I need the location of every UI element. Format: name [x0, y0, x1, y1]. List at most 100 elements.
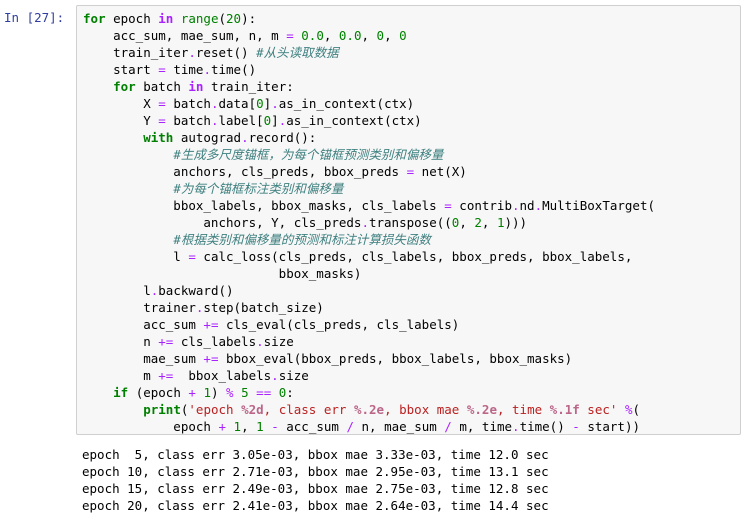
code-token: step(batch_size)	[203, 300, 324, 315]
code-token: /	[444, 419, 452, 434]
code-token: 5	[241, 385, 249, 400]
code-token: .	[241, 130, 249, 145]
code-line: l.backward()	[83, 282, 655, 299]
code-token: cls_labels	[173, 334, 257, 349]
code-token: batch	[135, 79, 189, 94]
code-token: =	[158, 62, 166, 77]
code-token: in	[158, 11, 174, 26]
code-token: +=	[158, 334, 174, 349]
code-token: m, time	[451, 419, 513, 434]
code-line: acc_sum, mae_sum, n, m = 0.0, 0.0, 0, 0	[83, 27, 655, 44]
code-line: l = calc_loss(cls_preds, cls_labels, bbo…	[83, 248, 655, 265]
code-token: 1	[203, 385, 211, 400]
code-token: 2	[474, 215, 482, 230]
code-line: acc_sum += cls_eval(cls_preds, cls_label…	[83, 316, 655, 333]
code-line: #为每个锚框标注类别和偏移量	[83, 180, 655, 197]
code-token: ,	[241, 419, 257, 434]
code-token: for	[113, 79, 136, 94]
code-token: +=	[203, 351, 219, 366]
code-token: %.2e	[353, 402, 385, 417]
code-token: reset()	[195, 45, 257, 60]
code-line: trainer.step(batch_size)	[83, 299, 655, 316]
code-token: autograd	[173, 130, 242, 145]
code-token: 0	[376, 28, 385, 43]
code-line: anchors, Y, cls_preds.transpose((0, 2, 1…	[83, 214, 655, 231]
code-token: net(X)	[414, 164, 467, 179]
code-token: ,	[361, 28, 377, 43]
code-token: (epoch	[128, 385, 189, 400]
code-token: ,	[323, 28, 339, 43]
code-token: anchors, Y, cls_preds	[83, 215, 362, 230]
code-token: start))	[579, 419, 641, 434]
code-token: ,	[384, 28, 400, 43]
code-token: size	[278, 368, 309, 383]
code-line: train_iter.reset() #从头读取数据	[83, 44, 655, 61]
code-line: print ('epoch %2d, class err %.2e, bbox m…	[83, 401, 655, 418]
code-token: for	[83, 11, 106, 26]
code-token: time	[165, 62, 204, 77]
code-token: /	[346, 419, 354, 434]
code-line: mae_sum += bbox_eval(bbox_preds, bbox_la…	[83, 350, 655, 367]
code-token: calc_loss(cls_preds, cls_labels, bbox_pr…	[195, 249, 633, 264]
code-token: nd	[519, 198, 535, 213]
code-editor[interactable]: for epoch in range(20): acc_sum, mae_sum…	[83, 10, 655, 434]
code-token: ,	[459, 215, 475, 230]
code-token: -	[271, 419, 279, 434]
code-token: :	[286, 385, 294, 400]
code-line: start = time.time()	[83, 61, 655, 78]
code-token: 0.0	[338, 28, 362, 43]
code-token: data[	[218, 96, 257, 111]
code-token: size	[263, 334, 294, 349]
code-token: .	[271, 368, 279, 383]
code-token: #从头读取数据	[256, 45, 339, 60]
code-token: range	[180, 11, 219, 26]
code-token: , class err	[263, 402, 354, 417]
code-token: =	[406, 164, 415, 179]
code-token: epoch	[105, 11, 159, 26]
code-token: cls_eval(cls_preds, cls_labels)	[218, 317, 460, 332]
code-token: -	[572, 419, 580, 434]
code-token: start	[83, 62, 159, 77]
code-token: .	[512, 419, 520, 434]
code-token: sec'	[579, 402, 618, 417]
code-token: as_in_context(ctx)	[286, 113, 422, 128]
code-token: #根据类别和偏移量的预测和标注计算损失函数	[173, 232, 431, 247]
code-token: trainer	[83, 300, 196, 315]
code-token: .	[534, 198, 543, 213]
code-token: X	[83, 96, 159, 111]
code-line: with autograd.record():	[83, 129, 655, 146]
output-line: epoch 20, class err 2.41e-03, bbox mae 2…	[82, 498, 549, 513]
code-token: %.1f	[549, 402, 580, 417]
code-token: m	[83, 368, 159, 383]
code-token: 1	[233, 419, 242, 434]
code-token: record():	[248, 130, 317, 145]
code-token: train_iter	[83, 45, 189, 60]
code-token: .	[271, 96, 279, 111]
code-token: n, mae_sum	[353, 419, 445, 434]
code-token: batch	[165, 96, 211, 111]
code-token: 0	[256, 96, 264, 111]
code-line: for batch in train_iter:	[83, 78, 655, 95]
code-cell-input[interactable]: for epoch in range(20): acc_sum, mae_sum…	[76, 5, 741, 435]
code-token: transpose((	[368, 215, 452, 230]
code-line: X = batch.data[0].as_in_context(ctx)	[83, 95, 655, 112]
code-token: (	[632, 402, 641, 417]
code-line: #根据类别和偏移量的预测和标注计算损失函数	[83, 231, 655, 248]
code-token: l	[83, 283, 151, 298]
code-token: 0	[399, 28, 407, 43]
code-line: Y = batch.label[0].as_in_context(ctx)	[83, 112, 655, 129]
code-token: .	[361, 215, 369, 230]
code-token: #为每个锚框标注类别和偏移量	[173, 181, 344, 196]
code-token: MultiBoxTarget(	[542, 198, 655, 213]
code-token: #生成多尺度锚框，为每个锚框预测类别和偏移量	[173, 147, 444, 162]
code-token: (	[218, 11, 227, 26]
code-token: anchors, cls_preds, bbox_preds	[83, 164, 407, 179]
code-token: .	[188, 45, 196, 60]
code-line: epoch + 1, 1 - acc_sum / n, mae_sum / m,…	[83, 418, 655, 434]
